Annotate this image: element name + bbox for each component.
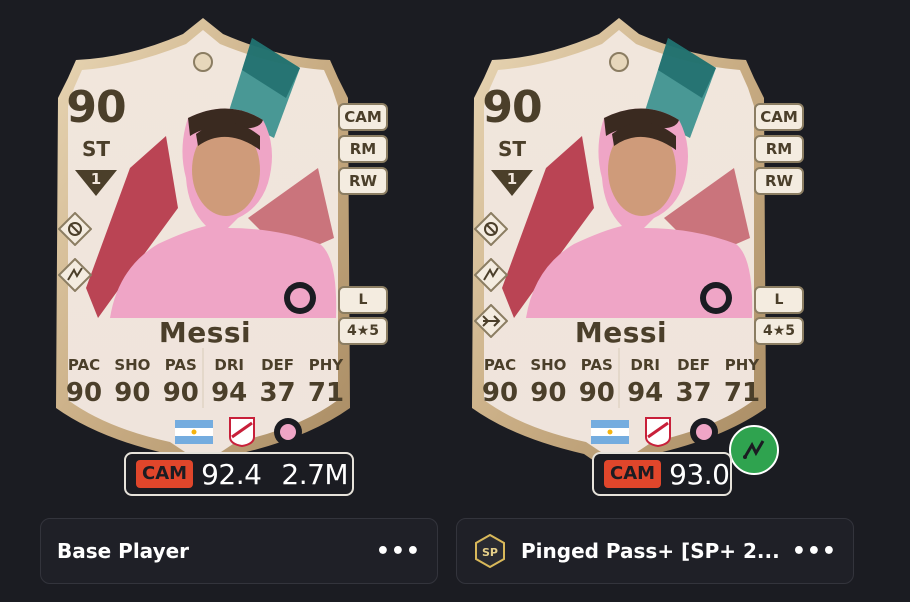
- evolution-badge-icon[interactable]: [729, 425, 779, 475]
- rank-badge: 1: [73, 168, 119, 198]
- card-rating: 90: [482, 82, 542, 133]
- player-column-evolution: 90 ST 1 CAM RM RW L 4★5 Messi PAC 90 SHO 9…: [416, 0, 854, 602]
- tiki-taka-icon[interactable]: [58, 258, 92, 292]
- mls-league-icon: [645, 417, 671, 447]
- price-position-chip: CAM: [604, 460, 662, 488]
- card-position: ST: [497, 137, 527, 161]
- more-options-icon[interactable]: •••: [792, 539, 837, 564]
- stat-pas: PAS 90: [162, 356, 199, 408]
- card-position: ST: [81, 137, 111, 161]
- stat-pas: PAS 90: [578, 356, 615, 408]
- inter-miami-crest-icon: [274, 418, 302, 446]
- stat-sho: SHO 90: [530, 356, 567, 408]
- alt-position-rw: RW: [754, 167, 804, 195]
- stat-def: DEF 37: [259, 356, 296, 408]
- preferred-foot: L: [338, 286, 388, 314]
- price-coins: 2.7M: [281, 457, 349, 491]
- stat-dri: DRI 94: [211, 356, 248, 408]
- price-rating: 93.0: [669, 457, 730, 491]
- price-rating: 92.4: [201, 457, 262, 491]
- stat-dri: DRI 94: [627, 356, 664, 408]
- inter-miami-crest-icon: [690, 418, 718, 446]
- player-column-base: 90 ST 1 CAM RM RW L 4★5 Messi PAC 90 SHO 9…: [0, 0, 438, 602]
- card-title-bar[interactable]: Base Player •••: [40, 518, 438, 584]
- preferred-foot: L: [754, 286, 804, 314]
- finesse-shot-icon[interactable]: [58, 212, 92, 246]
- player-name: Messi: [158, 316, 252, 349]
- alt-position-rw: RW: [338, 167, 388, 195]
- card-rating: 90: [66, 82, 126, 133]
- sp-plus-badge-icon: SP: [475, 534, 505, 568]
- tiki-taka-icon[interactable]: [474, 258, 508, 292]
- argentina-flag-icon: [591, 420, 629, 444]
- stat-sho: SHO 90: [114, 356, 151, 408]
- alt-position-cam: CAM: [754, 103, 804, 131]
- finesse-shot-icon[interactable]: [474, 212, 508, 246]
- price-position-chip: CAM: [136, 460, 194, 488]
- stat-phy: PHY 71: [723, 356, 761, 408]
- stats-row: PAC 90 SHO 90 PAS 90 DRI 94 DEF 37 PHY 71: [60, 356, 350, 408]
- rank-value: 1: [506, 170, 518, 188]
- stat-def: DEF 37: [675, 356, 712, 408]
- rank-badge: 1: [489, 168, 535, 198]
- price-box[interactable]: CAM 92.4 2.7M: [124, 452, 354, 496]
- alt-position-rm: RM: [338, 135, 388, 163]
- stat-pac: PAC 90: [65, 356, 103, 408]
- argentina-flag-icon: [175, 420, 213, 444]
- more-options-icon[interactable]: •••: [376, 539, 421, 564]
- card-title: Pinged Pass+ [SP+ 2...: [521, 539, 780, 563]
- svg-text:SP: SP: [482, 546, 498, 559]
- stats-row: PAC 90 SHO 90 PAS 90 DRI 94 DEF 37 PHY 71: [476, 356, 766, 408]
- rank-value: 1: [90, 170, 102, 188]
- alt-position-cam: CAM: [338, 103, 388, 131]
- card-title-bar[interactable]: SP Pinged Pass+ [SP+ 2... •••: [456, 518, 854, 584]
- mls-league-icon: [229, 417, 255, 447]
- player-name: Messi: [574, 316, 668, 349]
- stat-phy: PHY 71: [307, 356, 345, 408]
- stat-pac: PAC 90: [481, 356, 519, 408]
- price-box[interactable]: CAM 93.0: [592, 452, 732, 496]
- card-title: Base Player: [57, 539, 190, 563]
- alt-position-rm: RM: [754, 135, 804, 163]
